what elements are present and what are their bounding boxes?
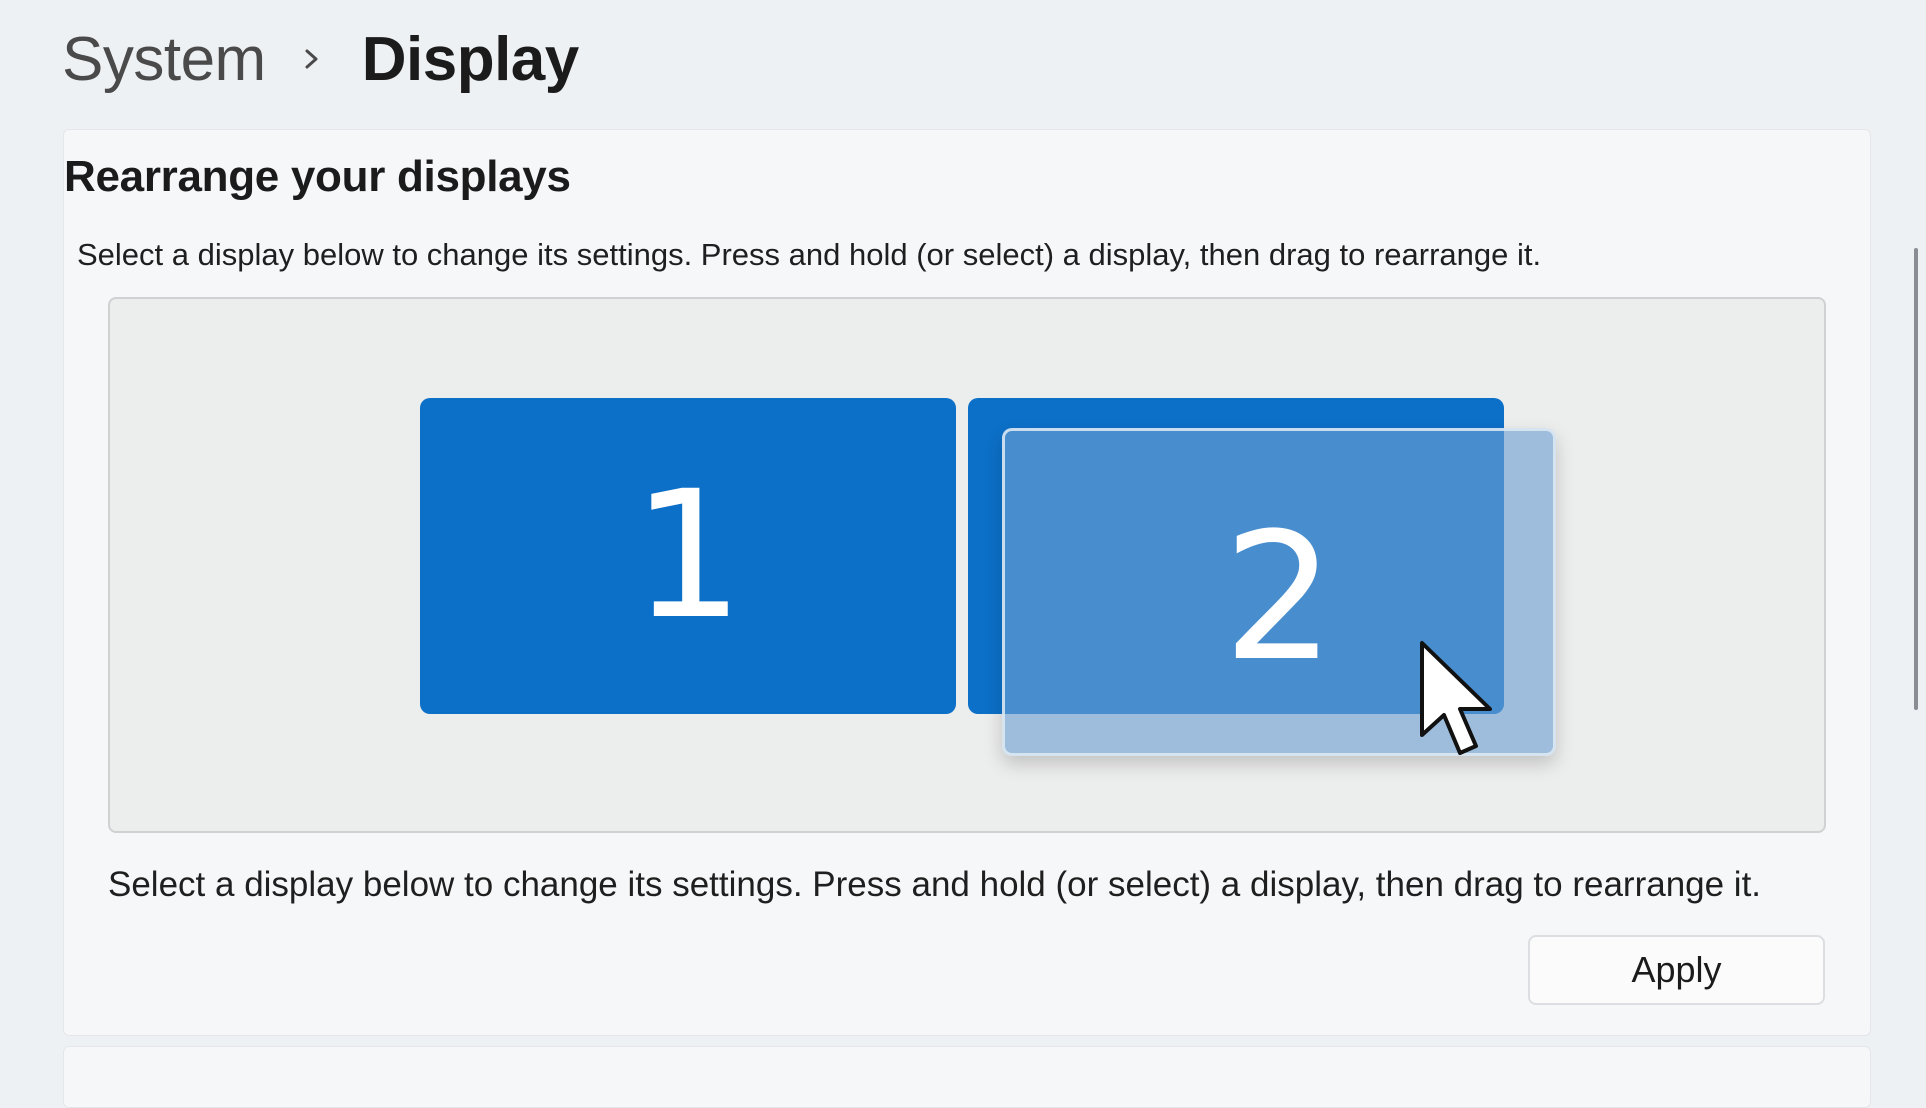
apply-button[interactable]: Apply	[1528, 935, 1825, 1005]
next-settings-card	[63, 1046, 1871, 1108]
display-arrangement-area[interactable]: 1 2	[108, 297, 1826, 833]
rearrange-displays-card: Rearrange your displays Select a display…	[63, 129, 1871, 1036]
chevron-right-icon	[302, 39, 322, 79]
breadcrumb: System Display	[62, 18, 579, 100]
page-title: Display	[361, 24, 580, 94]
display-2-label: 2	[1223, 494, 1335, 700]
section-description: Select a display below to change its set…	[77, 237, 1542, 272]
arrangement-help-text: Select a display below to change its set…	[108, 865, 1762, 904]
vertical-scrollbar[interactable]	[1914, 248, 1918, 710]
display-1-tile[interactable]: 1	[420, 398, 956, 714]
mouse-pointer-icon	[1418, 639, 1498, 763]
display-1-label: 1	[632, 452, 744, 658]
breadcrumb-system-link[interactable]: System	[62, 24, 266, 95]
section-title: Rearrange your displays	[64, 152, 571, 201]
